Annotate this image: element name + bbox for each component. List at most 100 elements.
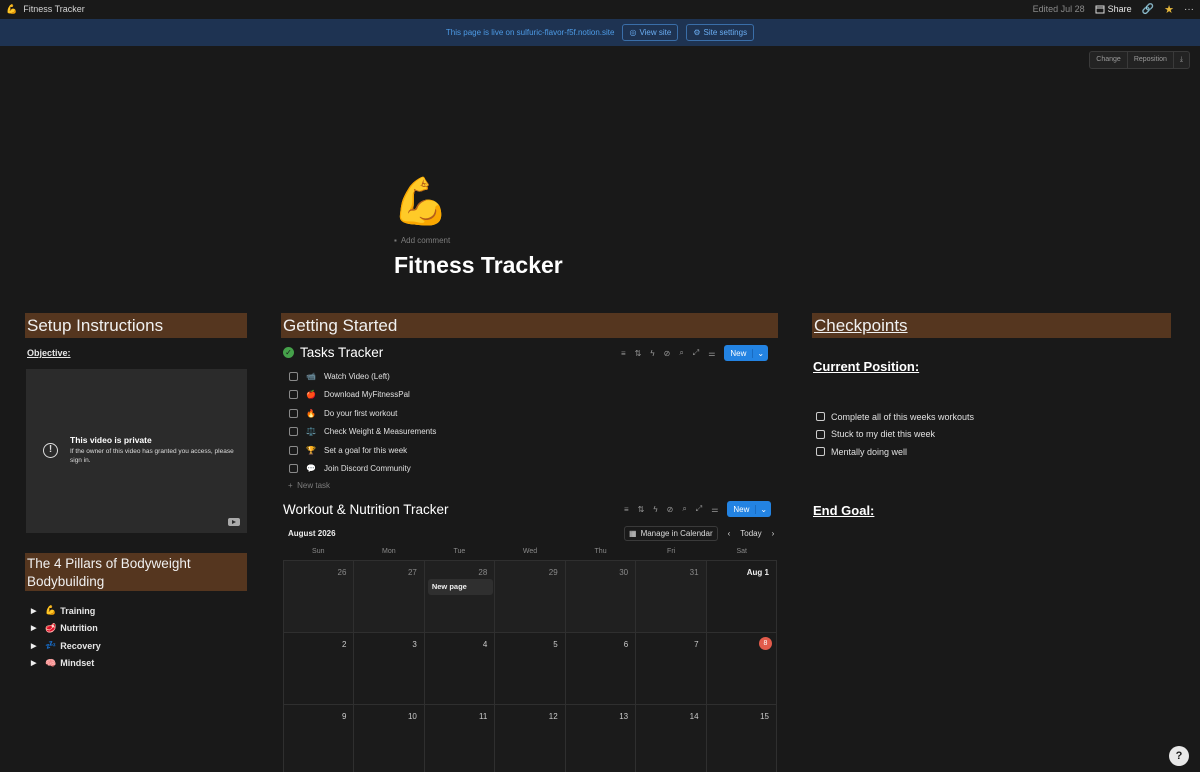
chevron-down-icon[interactable]: ⌄ bbox=[755, 504, 771, 514]
next-month-icon[interactable]: › bbox=[772, 529, 775, 538]
checkpoint-label[interactable]: Stuck to my diet this week bbox=[831, 429, 935, 439]
tasks-new-button[interactable]: New ⌄ bbox=[724, 345, 769, 361]
calendar-day[interactable]: 15 bbox=[706, 705, 777, 772]
calendar-day[interactable]: 27 bbox=[354, 561, 425, 633]
manage-in-calendar-button[interactable]: ▦ Manage in Calendar bbox=[624, 526, 718, 541]
checkpoint-label[interactable]: Mentally doing well bbox=[831, 447, 907, 457]
toggle-training[interactable]: ▶ 💪 Training bbox=[31, 602, 101, 620]
task-row[interactable]: 🍎 Download MyFitnessPal bbox=[289, 386, 436, 405]
calendar-day[interactable]: 29 bbox=[495, 561, 566, 633]
link-icon[interactable]: 🔗 bbox=[1142, 4, 1154, 15]
toggle-arrow-icon[interactable]: ▶ bbox=[31, 642, 41, 650]
calendar-day[interactable]: 2 bbox=[284, 633, 355, 705]
calendar-event[interactable]: New page bbox=[427, 579, 493, 595]
task-checkbox[interactable] bbox=[289, 371, 298, 381]
workout-tracker-title[interactable]: Workout & Nutrition Tracker bbox=[283, 502, 449, 517]
task-label[interactable]: Watch Video (Left) bbox=[324, 372, 390, 381]
task-checkbox[interactable] bbox=[289, 427, 298, 437]
calendar-day[interactable]: 12 bbox=[495, 705, 566, 772]
page-icon[interactable]: 💪 bbox=[392, 178, 449, 224]
calendar-day[interactable]: 6 bbox=[565, 633, 637, 705]
objective-label[interactable]: Objective: bbox=[27, 348, 71, 358]
automation-icon[interactable]: ϟ bbox=[653, 505, 657, 514]
filter-icon[interactable]: ≡ bbox=[624, 505, 629, 514]
checkpoint-checkbox[interactable] bbox=[816, 447, 825, 457]
hide-icon[interactable]: ⊘ bbox=[667, 505, 674, 514]
more-options-icon[interactable]: ··· bbox=[1184, 4, 1194, 15]
calendar-day[interactable]: 10 bbox=[354, 705, 425, 772]
task-row[interactable]: 💬 Join Discord Community bbox=[289, 460, 436, 479]
checkpoint-checkbox[interactable] bbox=[816, 412, 825, 422]
new-task-button[interactable]: + New task bbox=[288, 481, 330, 490]
task-row[interactable]: ⚖️ Check Weight & Measurements bbox=[289, 423, 436, 442]
task-row[interactable]: 📹 Watch Video (Left) bbox=[289, 367, 436, 386]
current-position-heading[interactable]: Current Position: bbox=[813, 359, 919, 374]
tasks-tracker-title[interactable]: ✓ Tasks Tracker bbox=[283, 345, 383, 360]
calendar-day[interactable]: 31 bbox=[636, 561, 707, 633]
calendar-day[interactable]: 5 bbox=[495, 633, 566, 705]
help-icon[interactable]: ? bbox=[1169, 746, 1189, 766]
task-label[interactable]: Do your first workout bbox=[324, 409, 397, 418]
task-row[interactable]: 🏆 Set a goal for this week bbox=[289, 441, 436, 460]
checkpoint-item[interactable]: Mentally doing well bbox=[816, 443, 974, 461]
add-comment-button[interactable]: ▪ Add comment bbox=[394, 236, 450, 245]
end-goal-heading[interactable]: End Goal: bbox=[813, 503, 874, 518]
calendar-day[interactable]: 4 bbox=[424, 633, 496, 705]
calendar-day[interactable]: 3 bbox=[354, 633, 425, 705]
published-text[interactable]: This page is live on sulfuric-flavor-f5f… bbox=[446, 28, 615, 37]
sort-icon[interactable]: ⇅ bbox=[635, 349, 642, 358]
settings-sliders-icon[interactable]: ⚌ bbox=[711, 505, 718, 514]
toggle-arrow-icon[interactable]: ▶ bbox=[31, 624, 41, 632]
task-checkbox[interactable] bbox=[289, 408, 298, 418]
site-settings-button[interactable]: ⚙ Site settings bbox=[686, 24, 755, 41]
page-breadcrumb-icon[interactable]: 💪 bbox=[6, 4, 17, 15]
page-breadcrumb-title[interactable]: Fitness Tracker bbox=[23, 4, 85, 14]
toggle-mindset[interactable]: ▶ 🧠 Mindset bbox=[31, 655, 101, 673]
view-site-button[interactable]: ◎ View site bbox=[622, 24, 679, 41]
chevron-down-icon[interactable]: ⌄ bbox=[752, 348, 768, 358]
calendar-day[interactable]: Aug 1 bbox=[706, 561, 777, 633]
expand-icon[interactable]: ⤢ bbox=[693, 348, 699, 358]
toggle-arrow-icon[interactable]: ▶ bbox=[31, 659, 41, 667]
hide-icon[interactable]: ⊘ bbox=[664, 349, 671, 358]
task-checkbox[interactable] bbox=[289, 390, 298, 400]
task-checkbox[interactable] bbox=[289, 445, 298, 455]
automation-icon[interactable]: ϟ bbox=[650, 349, 654, 358]
calendar-day[interactable]: 26 bbox=[284, 561, 355, 633]
toggle-recovery[interactable]: ▶ 💤 Recovery bbox=[31, 637, 101, 655]
getting-started-heading[interactable]: Getting Started bbox=[281, 313, 778, 338]
today-button[interactable]: Today bbox=[740, 529, 761, 538]
calendar-day[interactable]: 11 bbox=[424, 705, 496, 772]
checkpoint-item[interactable]: Complete all of this weeks workouts bbox=[816, 408, 974, 426]
sort-icon[interactable]: ⇅ bbox=[638, 505, 645, 514]
youtube-icon[interactable] bbox=[228, 518, 240, 526]
calendar-day[interactable]: 14 bbox=[636, 705, 707, 772]
change-cover-button[interactable]: Change bbox=[1090, 52, 1128, 68]
setup-instructions-heading[interactable]: Setup Instructions bbox=[25, 313, 247, 338]
settings-sliders-icon[interactable]: ⚌ bbox=[708, 349, 715, 358]
calendar-new-button[interactable]: New ⌄ bbox=[727, 501, 772, 517]
filter-icon[interactable]: ≡ bbox=[621, 349, 626, 358]
calendar-day[interactable]: 28 New page bbox=[424, 561, 496, 633]
task-label[interactable]: Set a goal for this week bbox=[324, 446, 407, 455]
reposition-cover-button[interactable]: Reposition bbox=[1128, 52, 1174, 68]
calendar-day[interactable]: 30 bbox=[565, 561, 637, 633]
expand-icon[interactable]: ⤢ bbox=[696, 504, 702, 514]
search-icon[interactable]: ⌕ bbox=[682, 504, 686, 514]
favorite-icon[interactable]: ★ bbox=[1164, 3, 1174, 16]
video-embed[interactable]: ! This video is private If the owner of … bbox=[26, 369, 247, 533]
calendar-day-today[interactable]: 8 bbox=[706, 633, 777, 705]
task-row[interactable]: 🔥 Do your first workout bbox=[289, 404, 436, 423]
toggle-arrow-icon[interactable]: ▶ bbox=[31, 607, 41, 615]
calendar-day[interactable]: 9 bbox=[284, 705, 355, 772]
checkpoint-item[interactable]: Stuck to my diet this week bbox=[816, 426, 974, 444]
task-label[interactable]: Join Discord Community bbox=[324, 464, 411, 473]
prev-month-icon[interactable]: ‹ bbox=[728, 529, 731, 538]
task-checkbox[interactable] bbox=[289, 464, 298, 474]
checkpoint-label[interactable]: Complete all of this weeks workouts bbox=[831, 412, 974, 422]
calendar-day[interactable]: 7 bbox=[636, 633, 707, 705]
task-label[interactable]: Check Weight & Measurements bbox=[324, 427, 436, 436]
page-title[interactable]: Fitness Tracker bbox=[394, 252, 563, 279]
checkpoints-heading[interactable]: Checkpoints bbox=[812, 313, 1171, 338]
pillars-heading[interactable]: The 4 Pillars of Bodyweight Bodybuilding bbox=[25, 553, 247, 591]
